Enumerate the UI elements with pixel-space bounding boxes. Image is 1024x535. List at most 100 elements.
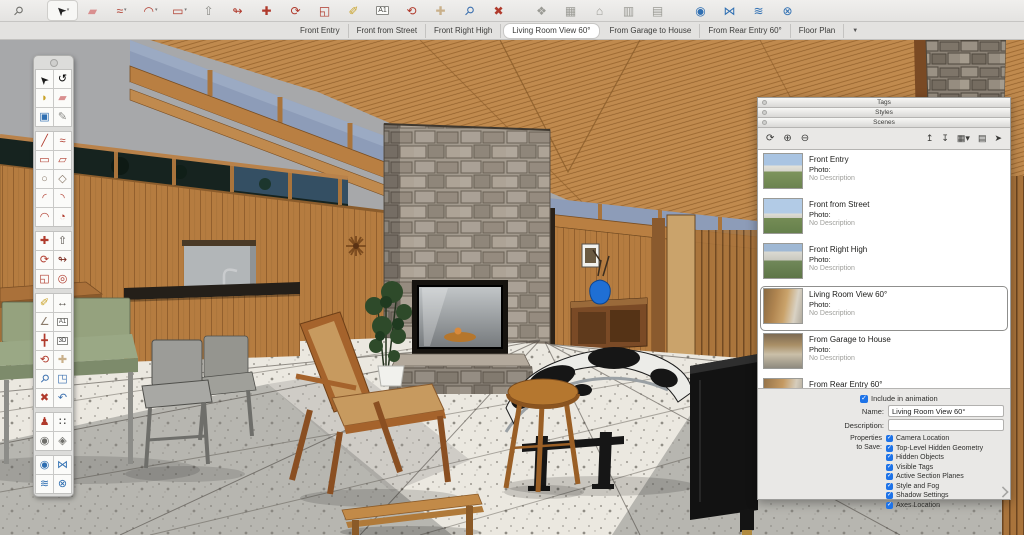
position-camera-tool[interactable]: ♟ [36,413,53,431]
display-section-cuts-toggle[interactable]: ≋ [36,475,53,493]
move-scene-down-button[interactable]: ↧ [941,134,949,143]
push-pull-tool[interactable]: ⇧ [54,232,71,250]
circle-tool[interactable]: ○ [36,170,53,188]
display-section-fill-toggle[interactable]: ⊗ [54,475,71,493]
walk-tool[interactable]: ∷ [54,413,71,431]
rotate-tool[interactable]: ⟳ [36,251,53,269]
scene-list-item[interactable]: Living Room View 60°Photo:No Description [761,287,1007,330]
scale-tool[interactable]: ◱ [310,1,339,20]
property-checkbox[interactable]: ✓ [886,502,893,509]
follow-me-tool[interactable]: ↬ [54,251,71,269]
zoom-tool[interactable]: ⚲ [455,1,484,20]
scene-tab[interactable]: Living Room View 60° [503,23,599,39]
orbit-tool[interactable]: ⟲ [397,1,426,20]
compass-icon[interactable]: ◈ [54,432,71,450]
wall-clock[interactable] [346,236,366,256]
eraser-tool[interactable]: ▰ [78,1,107,20]
scene-list-item[interactable]: Front Right HighPhoto:No Description [761,242,1007,285]
panel-tab-styles[interactable]: Styles [758,108,1010,118]
look-around-tool[interactable]: ◉ [36,432,53,450]
view-options-button[interactable]: ▦▾ [957,134,970,143]
property-checkbox[interactable]: ✓ [886,464,893,471]
zoom-region-tool[interactable]: ⚲ [4,1,33,20]
rotate-tool[interactable]: ⟳ [281,1,310,20]
previous-view-tool[interactable]: ↶ [54,389,71,407]
axes-tool[interactable]: ╋ [36,332,53,350]
zoom-extents-tool[interactable]: ✖ [36,389,53,407]
select-tool[interactable]: ➤ [36,70,53,88]
home-icon[interactable]: ⌂ [585,1,614,20]
sideboard-cabinet[interactable] [571,298,647,350]
dimension-tool[interactable]: ↔ [54,294,71,312]
display-section-cuts-toggle[interactable]: ≋ [744,1,773,20]
orbit-tool[interactable]: ⟲ [36,351,53,369]
scene-description-input[interactable] [888,419,1004,431]
text-tool[interactable]: A1 [368,1,397,20]
move-tool[interactable]: ✚ [252,1,281,20]
scene-list-item[interactable]: Front from StreetPhoto:No Description [761,197,1007,240]
line-tool[interactable]: ╱ [36,132,53,150]
eraser-tool[interactable]: ▰ [54,89,71,107]
protractor-tool[interactable]: ∠ [36,313,53,331]
components-icon[interactable]: ❖ [527,1,556,20]
3d-text-tool[interactable]: 3D [54,332,71,350]
show-details-button[interactable]: ▤ [978,134,987,143]
move-scene-up-button[interactable]: ↥ [926,134,934,143]
display-section-fill-toggle[interactable]: ⊗ [773,1,802,20]
scene-name-input[interactable] [888,405,1004,417]
scene-tab[interactable]: Front Entry [292,24,349,38]
panel-tab-tags[interactable]: Tags [758,98,1010,108]
update-scene-button[interactable]: ⟳ [766,134,774,144]
piano[interactable] [690,354,758,535]
panel-tab-scenes[interactable]: Scenes [758,118,1010,128]
scale-tool[interactable]: ◱ [36,270,53,288]
offset-tool[interactable]: ◎ [54,270,71,288]
polygon-tool[interactable]: ◇ [54,170,71,188]
tape-measure-tool[interactable]: ✐ [339,1,368,20]
rectangle-tool[interactable]: ▭ [36,151,53,169]
property-checkbox[interactable]: ✓ [886,473,893,480]
collapse-dot-icon[interactable] [762,120,767,125]
add-scene-button[interactable]: ⊕ [783,134,791,144]
tab-overflow-button[interactable]: ▼ [844,28,866,34]
scene-tab[interactable]: Floor Plan [791,24,844,38]
pan-tool[interactable]: ✚ [54,351,71,369]
push-pull-tool[interactable]: ⇧ [194,1,223,20]
pencil-tool[interactable]: ✎ [54,108,71,126]
property-checkbox[interactable]: ✓ [886,454,893,461]
scene-list-item[interactable]: From Rear Entry 60°Photo:No Description [761,377,1007,389]
pie-tool[interactable]: ◔ [54,208,71,226]
scene-tab[interactable]: Front Right High [426,24,501,38]
property-checkbox[interactable]: ✓ [886,445,893,452]
text-tool[interactable]: A1 [54,313,71,331]
zoom-extents-tool[interactable]: ✖ [484,1,513,20]
pan-tool[interactable]: ✚ [426,1,455,20]
arc-tool[interactable]: ◠▾ [136,1,165,20]
rotated-rectangle-tool[interactable]: ▱ [54,151,71,169]
property-checkbox[interactable]: ✓ [886,435,893,442]
property-checkbox[interactable]: ✓ [886,483,893,490]
collapse-dot-icon[interactable] [762,100,767,105]
section-plane-tool[interactable]: ◉ [36,456,53,474]
scene-tab[interactable]: Front from Street [349,24,426,38]
scene-tab[interactable]: From Garage to House [602,24,701,38]
lasso-tool[interactable]: ↺ [54,70,71,88]
panel-icon-1[interactable]: ▥ [614,1,643,20]
three-point-arc-tool[interactable]: ◠ [36,208,53,226]
section-plane-tool[interactable]: ◉ [686,1,715,20]
include-animation-checkbox[interactable]: ✓ [860,395,868,403]
collapse-dot-icon[interactable] [762,110,767,115]
scene-tab[interactable]: From Rear Entry 60° [700,24,790,38]
freehand-tool[interactable]: ≈ [54,132,71,150]
zoom-window-tool[interactable]: ◳ [54,370,71,388]
paint-bucket-tool[interactable]: ◗ [36,89,53,107]
materials-icon[interactable]: ▦ [556,1,585,20]
move-tool[interactable]: ✚ [36,232,53,250]
display-section-planes-toggle[interactable]: ⋈ [54,456,71,474]
two-point-arc-tool[interactable]: ◝ [54,189,71,207]
panel-icon-2[interactable]: ▤ [643,1,672,20]
remove-scene-button[interactable]: ⊖ [801,134,809,144]
make-component-tool[interactable]: ▣ [36,108,53,126]
scene-list-item[interactable]: Front EntryPhoto:No Description [761,152,1007,195]
tape-measure-tool[interactable]: ✐ [36,294,53,312]
